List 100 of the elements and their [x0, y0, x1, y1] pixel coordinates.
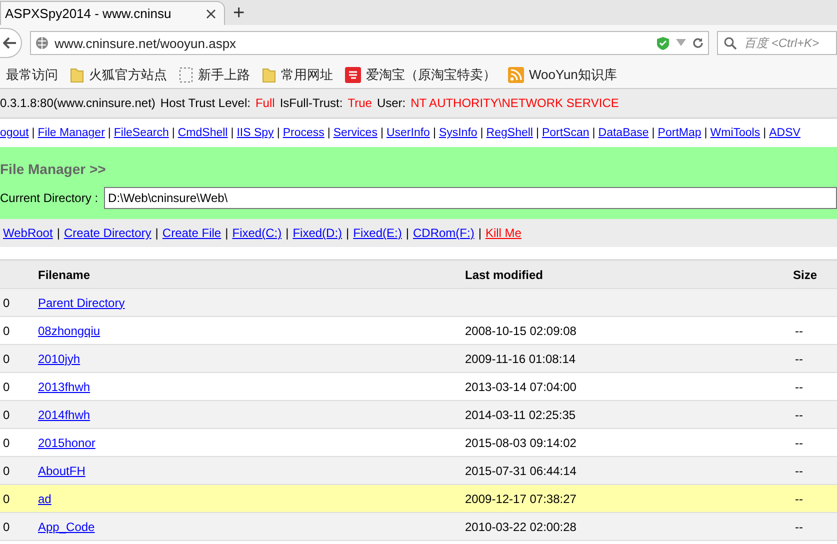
tool-link[interactable]: WebRoot	[3, 226, 53, 240]
link-separator: |	[327, 127, 330, 139]
nav-link[interactable]: CmdShell	[178, 127, 228, 139]
nav-link[interactable]: Services	[333, 127, 378, 139]
bookmark-item[interactable]: 最常访问	[6, 66, 58, 84]
info-value: NT AUTHORITY\NETWORK SERVICE	[410, 96, 619, 110]
link-separator: |	[56, 226, 60, 240]
search-field[interactable]: 百度 <Ctrl+K>	[717, 31, 837, 55]
nav-link[interactable]: UserInfo	[386, 127, 430, 139]
table-cell-text: 0	[2, 464, 11, 478]
file-row[interactable]: 0 App_Code 2010-03-22 02:00:28 --	[0, 513, 837, 541]
table-cell-text: 0	[2, 352, 11, 366]
nav-link[interactable]: FileSearch	[114, 127, 169, 139]
nav-link[interactable]: SysInfo	[438, 127, 478, 139]
page-icon	[179, 66, 193, 82]
tool-link[interactable]: Create File	[162, 226, 222, 240]
size-cell-text: --	[794, 408, 804, 422]
taobao-logo-icon	[345, 66, 361, 82]
date-cell-text: 2013-03-14 07:04:00	[465, 380, 578, 394]
panel-title: File Manager >>	[0, 161, 107, 177]
reload-icon[interactable]	[692, 37, 704, 49]
link-separator: |	[536, 127, 539, 139]
file-row[interactable]: 0 2010jyh 2009-11-16 01:08:14 --	[0, 345, 837, 373]
size-cell-text: --	[794, 352, 804, 366]
nav-link[interactable]: PortMap	[658, 127, 702, 139]
bookmark-item[interactable]: WooYun知识库	[508, 66, 617, 84]
link-separator: |	[172, 127, 175, 139]
tool-link[interactable]: Fixed(E:)	[353, 226, 402, 240]
table-cell-text: 0	[2, 408, 11, 422]
info-value: True	[348, 96, 372, 110]
info-label: 0.3.1.8:80(www.cninsure.net)	[0, 96, 156, 110]
info-value: Full	[255, 96, 275, 110]
date-cell-text: 2015-07-31 06:44:14	[465, 464, 578, 478]
column-header: Last modified	[465, 268, 544, 282]
table-cell-text: 0	[2, 436, 11, 450]
nav-link[interactable]: WmiTools	[710, 127, 760, 139]
file-row[interactable]: 0 ad 2009-12-17 07:38:27 --	[0, 485, 837, 513]
date-cell-text: 2008-10-15 02:09:08	[465, 324, 578, 338]
back-arrow-icon	[3, 37, 18, 49]
nav-link[interactable]: ogout	[0, 127, 29, 139]
file-link[interactable]: 2015honor	[38, 436, 96, 450]
file-link[interactable]: Parent Directory	[38, 296, 125, 310]
link-separator: |	[406, 226, 409, 240]
file-link[interactable]: ad	[38, 492, 52, 506]
directory-field[interactable]: D:\Web\cninsure\Web\	[104, 187, 837, 209]
link-separator: |	[380, 127, 384, 139]
link-separator: |	[592, 127, 596, 139]
file-row[interactable]: 0 Parent Directory	[0, 289, 837, 317]
size-cell-text: --	[794, 520, 804, 534]
file-link[interactable]: 2013fhwh	[38, 380, 90, 394]
address-field[interactable]: www.cninsure.net/wooyun.aspx	[30, 31, 709, 55]
tool-link[interactable]: CDRom(F:)	[412, 226, 474, 240]
file-link[interactable]: AboutFH	[38, 464, 86, 478]
link-separator: |	[155, 226, 158, 240]
tool-link[interactable]: Create Directory	[64, 226, 152, 240]
nav-link[interactable]: ADSV	[769, 127, 800, 139]
date-cell-text: 2009-12-17 07:38:27	[465, 492, 578, 506]
table-cell-text: 0	[2, 492, 11, 506]
nav-link[interactable]: File Manager	[38, 127, 105, 139]
tool-link[interactable]: Fixed(C:)	[232, 226, 282, 240]
new-tab-button[interactable]: +	[225, 1, 253, 25]
nav-link[interactable]: RegShell	[486, 127, 533, 139]
nav-link[interactable]: DataBase	[598, 127, 649, 139]
bookmark-item[interactable]: 火狐官方站点	[70, 66, 167, 84]
link-separator: |	[480, 127, 484, 139]
file-row[interactable]: 0 2014fhwh 2014-03-11 02:25:35 --	[0, 401, 837, 429]
size-cell-text: --	[794, 324, 804, 338]
bookmark-item[interactable]: 爱淘宝（原淘宝特卖）	[345, 66, 496, 84]
table-cell-text: 0	[2, 324, 11, 338]
nav-link[interactable]: IIS Spy	[236, 127, 274, 139]
table-cell-text: 0	[2, 520, 11, 534]
info-label: User:	[376, 96, 406, 110]
file-link[interactable]: 2010jyh	[38, 352, 80, 366]
link-separator: |	[225, 226, 228, 240]
folder-icon	[262, 66, 276, 82]
browser-tab[interactable]: ASPXSpy2014 - www.cninsu	[0, 1, 225, 25]
back-button[interactable]	[0, 28, 22, 58]
link-separator: |	[346, 226, 350, 240]
file-link[interactable]: 2014fhwh	[38, 408, 90, 422]
bookmark-item[interactable]: 常用网址	[262, 66, 333, 84]
file-row[interactable]: 0 AboutFH 2015-07-31 06:44:14 --	[0, 457, 837, 485]
date-cell-text: 2010-03-22 02:00:28	[465, 520, 578, 534]
nav-link[interactable]: PortScan	[542, 127, 590, 139]
link-separator: |	[704, 127, 708, 139]
bookmark-item[interactable]: 新手上路	[179, 66, 250, 84]
link-separator: |	[432, 127, 436, 139]
close-icon[interactable]	[206, 8, 216, 18]
date-cell-text: 2015-08-03 09:14:02	[465, 436, 578, 450]
link-separator: |	[286, 226, 289, 240]
nav-link[interactable]: Process	[282, 127, 324, 139]
table-cell-text: 0	[2, 380, 11, 394]
link-separator: |	[276, 127, 280, 139]
size-cell-text: --	[794, 380, 804, 394]
tool-link[interactable]: Fixed(D:)	[292, 226, 342, 240]
file-link[interactable]: 08zhongqiu	[38, 324, 100, 338]
size-cell-text: --	[794, 436, 804, 450]
info-label: Host Trust Level:	[160, 96, 250, 110]
size-cell-text: --	[794, 464, 804, 478]
link-separator: |	[763, 127, 766, 139]
file-link[interactable]: App_Code	[38, 520, 95, 534]
